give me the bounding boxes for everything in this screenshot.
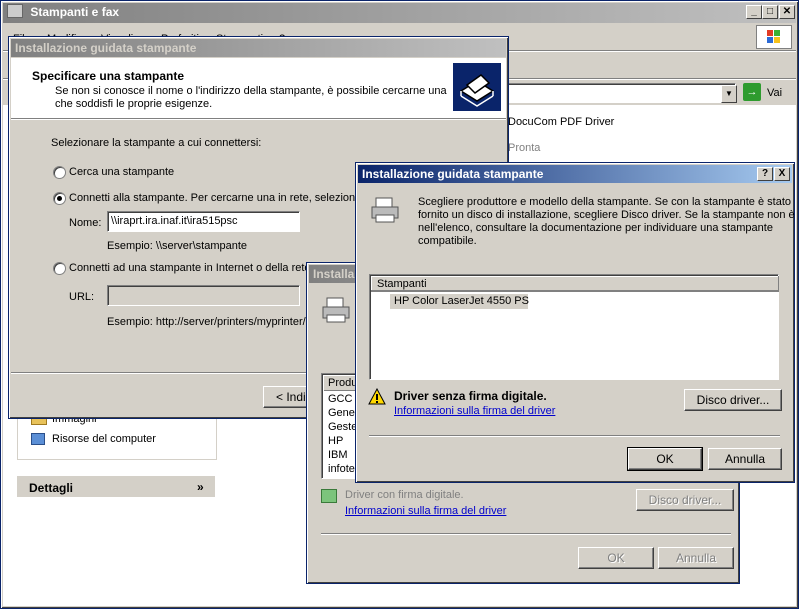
go-arrow-icon[interactable]: →: [743, 83, 761, 101]
wizard-header-separator: [11, 118, 506, 120]
url-input[interactable]: [107, 285, 300, 306]
dialog-desc-2: fornito un disco di installazione, scegl…: [418, 209, 795, 221]
printer-folder-icon: [7, 4, 23, 18]
windows-logo-icon: [756, 25, 792, 49]
url-label: URL:: [69, 291, 95, 303]
printer-wizard-icon: [453, 63, 501, 111]
disk-driver-button[interactable]: Disco driver...: [684, 389, 782, 411]
minimize-button[interactable]: _: [746, 5, 762, 19]
explorer-title: Stampanti e fax: [30, 5, 120, 19]
printer-list-header: [371, 276, 779, 292]
name-label: Nome:: [69, 217, 102, 229]
address-combo[interactable]: [506, 83, 736, 103]
printer-icon: [321, 295, 351, 325]
link-risorse-computer[interactable]: Risorse del computer: [52, 433, 156, 445]
driver-dialog-back-separator: [321, 533, 731, 535]
warning-icon: [368, 387, 386, 406]
manufacturer-item[interactable]: Gene: [328, 407, 355, 419]
go-button-label[interactable]: Vai: [767, 87, 782, 99]
example-unc: Esempio: \\server\stampante: [107, 240, 248, 252]
ok-button[interactable]: OK: [627, 447, 703, 471]
wizard-header-desc-1: Se non si conosce il nome o l'indirizzo …: [55, 85, 447, 97]
manufacturer-item[interactable]: GCC: [328, 393, 352, 405]
driver-dialog-back-title: Installaz: [313, 267, 361, 281]
radio-internet-label[interactable]: Connetti ad una stampante in Internet o …: [69, 262, 319, 274]
driver-dialog-front-separator: [369, 435, 780, 437]
radio-connect-printer[interactable]: [53, 192, 66, 205]
wizard-titlebar[interactable]: Installazione guidata stampante: [11, 39, 506, 57]
printer-icon: [370, 195, 400, 225]
cancel-button[interactable]: Annulla: [708, 448, 782, 470]
printer-item-status: Pronta: [508, 142, 541, 154]
wizard-header-title: Specificare una stampante: [32, 69, 185, 83]
printer-name-input[interactable]: \\iraprt.ira.inaf.it\ira515psc: [107, 211, 300, 232]
details-label: Dettagli: [29, 481, 74, 495]
wizard-prompt: Selezionare la stampante a cui connetter…: [51, 137, 262, 149]
unsigned-driver-text: Driver senza firma digitale.: [394, 389, 547, 403]
disk-driver-button-back[interactable]: Disco driver...: [636, 489, 734, 511]
signed-driver-text: Driver con firma digitale.: [345, 489, 464, 501]
ok-button-back[interactable]: OK: [578, 547, 654, 569]
printer-list-header-label: Stampanti: [377, 278, 427, 290]
radio-connect-label[interactable]: Connetti alla stampante. Per cercarne un…: [69, 192, 371, 204]
radio-internet-printer[interactable]: [53, 262, 66, 275]
manufacturer-item[interactable]: IBM: [328, 449, 348, 461]
unsigned-driver-link[interactable]: Informazioni sulla firma del driver: [394, 405, 555, 417]
radio-search-printer[interactable]: [53, 166, 66, 179]
manufacturer-item[interactable]: infote: [328, 463, 355, 475]
driver-dialog-front-title: Installazione guidata stampante: [362, 167, 544, 181]
explorer-titlebar[interactable]: Stampanti e fax: [3, 3, 796, 23]
chevron-down-icon[interactable]: »: [197, 480, 204, 494]
printer-list-item-label: HP Color LaserJet 4550 PS: [394, 295, 529, 307]
radio-search-label[interactable]: Cerca una stampante: [69, 166, 174, 178]
cancel-button-back[interactable]: Annulla: [658, 547, 734, 569]
help-button[interactable]: ?: [757, 167, 773, 181]
driver-dialog-front: Installazione guidata stampante ? X Sceg…: [355, 162, 795, 483]
manufacturer-item[interactable]: Geste: [328, 421, 357, 433]
close-button[interactable]: ✕: [779, 5, 795, 19]
wizard-title: Installazione guidata stampante: [15, 41, 197, 55]
dialog-close-button[interactable]: X: [774, 167, 790, 181]
printer-item-name[interactable]: DocuCom PDF Driver: [508, 116, 614, 128]
signed-driver-icon: [321, 489, 337, 503]
dialog-desc-1: Scegliere produttore e modello della sta…: [418, 196, 792, 208]
computer-icon: [31, 433, 45, 445]
example-url: Esempio: http://server/printers/myprinte…: [107, 316, 309, 328]
maximize-button[interactable]: □: [762, 5, 778, 19]
manufacturer-header-label: Produ: [328, 377, 358, 389]
driver-dialog-front-titlebar[interactable]: Installazione guidata stampante: [358, 165, 792, 183]
dialog-desc-3: nell'elenco, consultare la documentazion…: [418, 222, 773, 234]
dialog-desc-4: compatibile.: [418, 235, 477, 247]
signed-driver-link[interactable]: Informazioni sulla firma del driver: [345, 505, 506, 517]
wizard-header-desc-2: che soddisfi le proprie esigenze.: [55, 98, 213, 110]
manufacturer-item[interactable]: HP: [328, 435, 343, 447]
dropdown-arrow-icon[interactable]: ▼: [721, 85, 737, 103]
